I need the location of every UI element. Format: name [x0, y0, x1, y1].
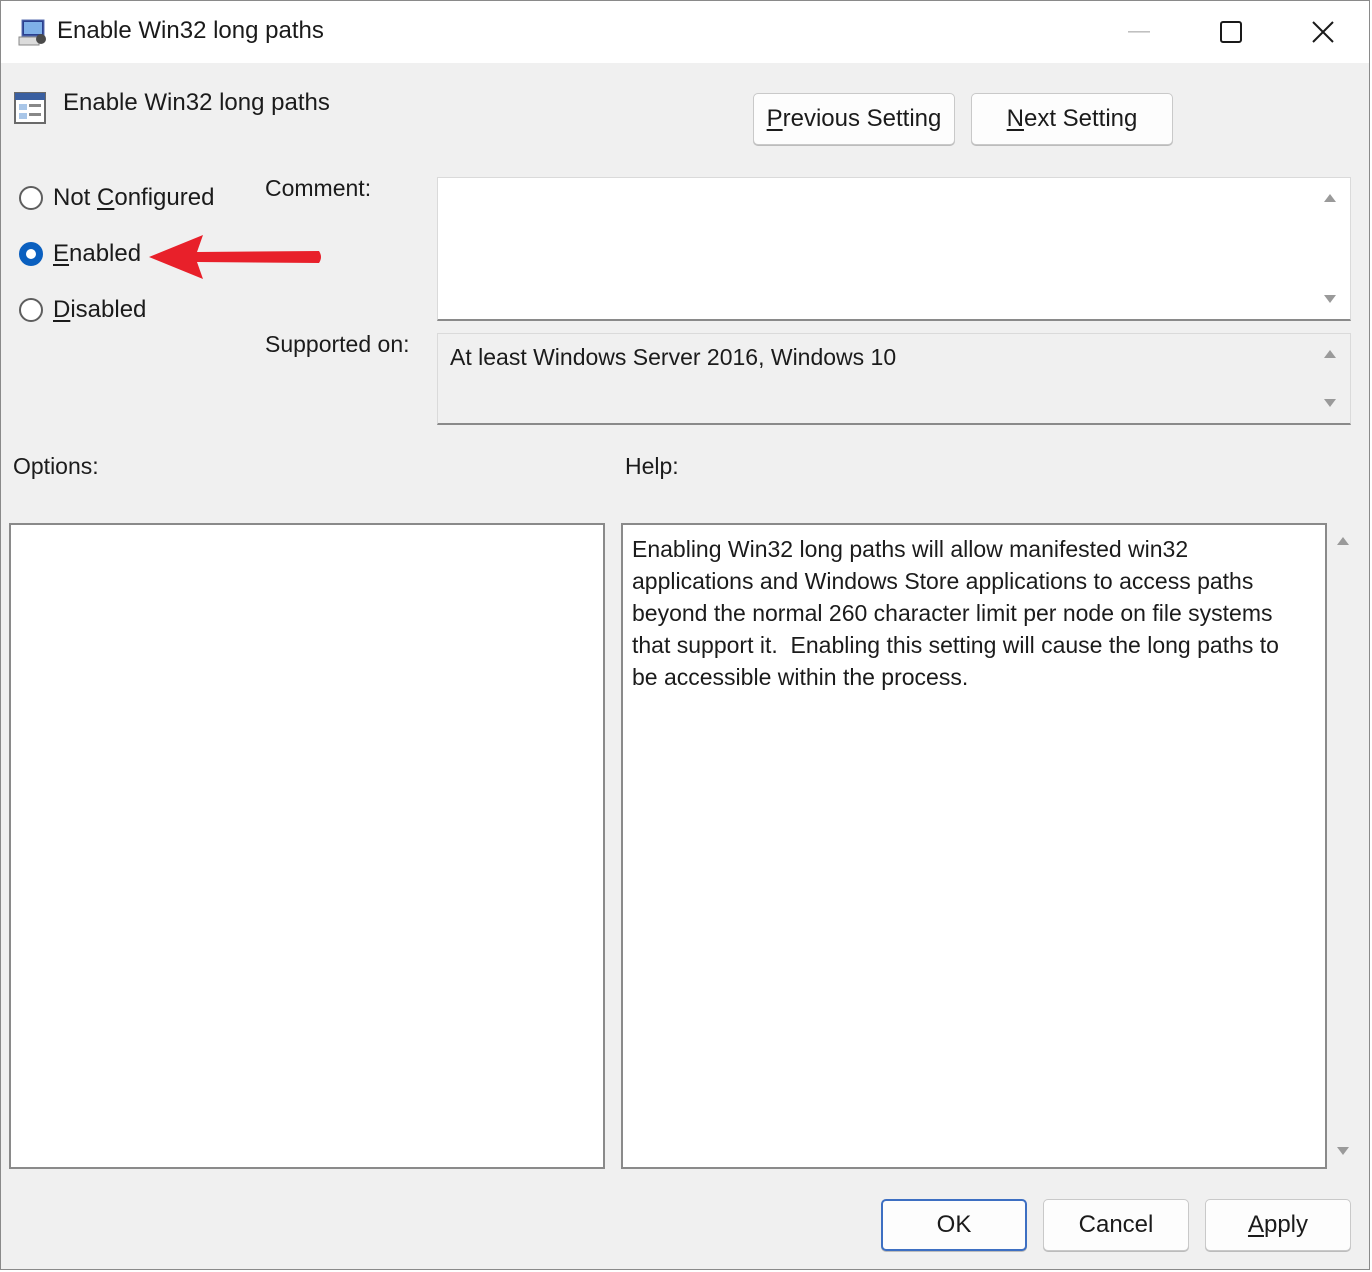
- options-label: Options:: [13, 453, 99, 479]
- radio-circle[interactable]: [19, 298, 43, 322]
- help-label: Help:: [625, 453, 679, 479]
- minimize-icon: [1128, 31, 1150, 33]
- radio-enabled[interactable]: Enabled: [19, 239, 141, 269]
- scroll-up-icon[interactable]: [1324, 194, 1336, 202]
- window-title: Enable Win32 long paths: [57, 17, 324, 44]
- radio-circle[interactable]: [19, 186, 43, 210]
- maximize-button[interactable]: [1185, 1, 1277, 63]
- scroll-down-icon[interactable]: [1324, 399, 1336, 407]
- help-panel[interactable]: Enabling Win32 long paths will allow man…: [621, 523, 1327, 1169]
- supported-on-label: Supported on:: [265, 331, 410, 357]
- comment-label: Comment:: [265, 175, 372, 201]
- apply-label: Apply: [1247, 1211, 1309, 1238]
- close-icon: [1312, 21, 1334, 43]
- close-button[interactable]: [1277, 1, 1369, 63]
- comment-textarea[interactable]: [437, 177, 1351, 321]
- scroll-down-icon[interactable]: [1324, 295, 1336, 303]
- group-policy-icon: [18, 19, 46, 46]
- radio-not-configured[interactable]: Not Configured: [19, 183, 214, 213]
- maximize-icon: [1220, 21, 1242, 43]
- supported-on-value: At least Windows Server 2016, Windows 10: [450, 344, 897, 370]
- cancel-label: Cancel: [1078, 1211, 1154, 1238]
- radio-label: Disabled: [53, 296, 147, 323]
- radio-circle-selected[interactable]: [19, 242, 43, 266]
- setting-name: Enable Win32 long paths: [63, 89, 330, 116]
- options-panel: [9, 523, 605, 1169]
- minimize-button[interactable]: [1093, 1, 1185, 63]
- next-setting-label: Next Setting: [1006, 105, 1138, 132]
- scroll-down-icon[interactable]: [1337, 1147, 1349, 1155]
- ok-label: OK: [936, 1211, 972, 1238]
- scroll-up-icon[interactable]: [1337, 537, 1349, 545]
- title-bar[interactable]: Enable Win32 long paths: [1, 1, 1369, 63]
- radio-disabled[interactable]: Disabled: [19, 295, 146, 325]
- cancel-button[interactable]: Cancel: [1043, 1199, 1189, 1251]
- radio-label: Not Configured: [53, 184, 215, 211]
- ok-button[interactable]: OK: [881, 1199, 1027, 1251]
- next-setting-button[interactable]: Next Setting: [971, 93, 1173, 145]
- radio-label: Enabled: [53, 240, 142, 267]
- red-arrow-annotation: [149, 235, 321, 279]
- policy-setting-icon: [14, 92, 46, 124]
- apply-button[interactable]: Apply: [1205, 1199, 1351, 1251]
- supported-on-field: At least Windows Server 2016, Windows 10: [437, 333, 1351, 425]
- previous-setting-button[interactable]: Previous Setting: [753, 93, 955, 145]
- scroll-up-icon[interactable]: [1324, 350, 1336, 358]
- previous-setting-label: Previous Setting: [766, 105, 942, 132]
- help-text: Enabling Win32 long paths will allow man…: [632, 536, 1279, 690]
- policy-dialog: Enable Win32 long paths Enable Win32 lon…: [0, 0, 1370, 1270]
